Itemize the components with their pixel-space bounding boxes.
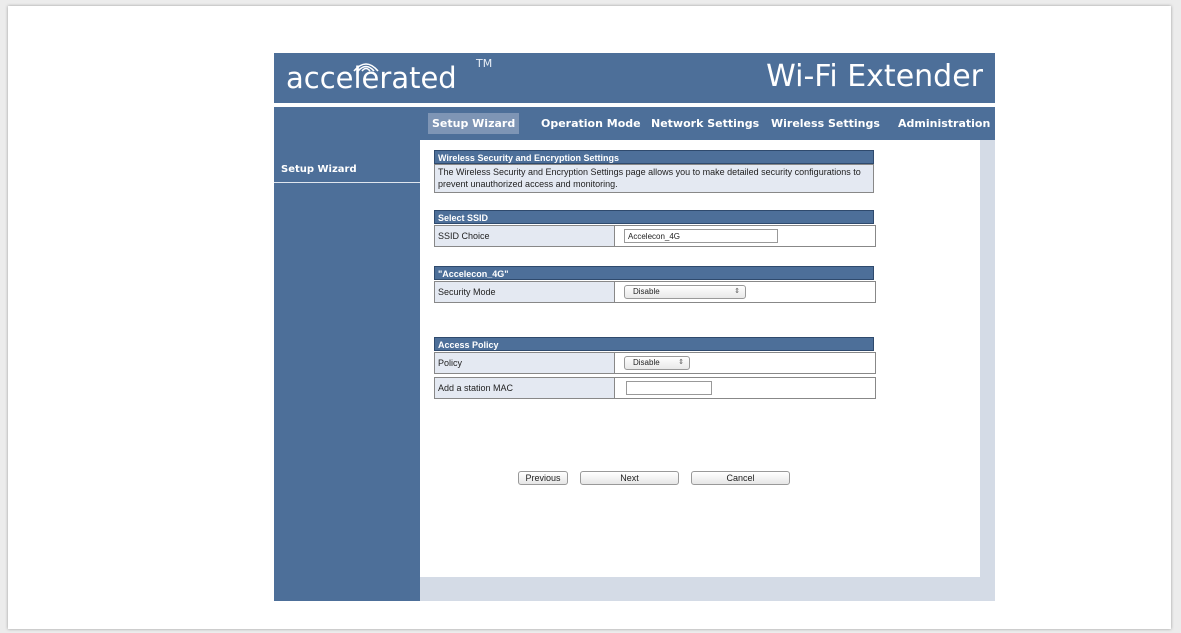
tab-administration[interactable]: Administration <box>898 113 990 134</box>
router-admin-page: accelerated TM Wi-Fi Extender Setup Wiza… <box>274 53 995 601</box>
policy-value: Disable <box>633 358 660 367</box>
sidebar-item-setup-wizard[interactable]: Setup Wizard <box>281 164 357 175</box>
sidebar-divider <box>274 182 420 183</box>
content-panel: Wireless Security and Encryption Setting… <box>420 140 980 577</box>
product-title: Wi-Fi Extender <box>766 59 983 94</box>
policy-select[interactable]: Disable ⇕ <box>624 356 690 370</box>
security-description: The Wireless Security and Encryption Set… <box>434 164 874 193</box>
ssid-section-title: Select SSID <box>434 210 874 224</box>
screenshot-frame: accelerated TM Wi-Fi Extender Setup Wiza… <box>8 6 1171 629</box>
station-mac-row: Add a station MAC <box>434 377 876 399</box>
tab-wireless-settings[interactable]: Wireless Settings <box>771 113 880 134</box>
content-area: Wireless Security and Encryption Setting… <box>420 140 995 601</box>
ssid-choice-label: SSID Choice <box>435 226 615 246</box>
ssid-row: SSID Choice Accelecon_4G <box>434 225 876 247</box>
sidebar: Setup Wizard <box>274 140 420 601</box>
next-button[interactable]: Next <box>580 471 679 485</box>
station-mac-field[interactable] <box>626 381 712 395</box>
security-mode-value: Disable <box>633 287 660 296</box>
brand-logo: accelerated TM <box>286 57 492 95</box>
ssid-choice-field[interactable]: Accelecon_4G <box>624 229 778 243</box>
updown-arrow-icon: ⇕ <box>678 359 684 366</box>
updown-arrow-icon: ⇕ <box>734 288 740 295</box>
security-section-title: Wireless Security and Encryption Setting… <box>434 150 874 164</box>
top-nav: Setup Wizard Operation Mode Network Sett… <box>274 107 995 140</box>
cancel-button[interactable]: Cancel <box>691 471 790 485</box>
security-mode-label: Security Mode <box>435 282 615 302</box>
policy-row: Policy Disable ⇕ <box>434 352 876 374</box>
mode-section-title: "Accelecon_4G" <box>434 266 874 280</box>
tab-operation-mode[interactable]: Operation Mode <box>541 113 641 134</box>
access-policy-section-title: Access Policy <box>434 337 874 351</box>
header-banner: accelerated TM Wi-Fi Extender <box>274 53 995 103</box>
trademark-mark: TM <box>476 57 493 70</box>
policy-label: Policy <box>435 353 615 373</box>
security-mode-select[interactable]: Disable ⇕ <box>624 285 746 299</box>
previous-button[interactable]: Previous <box>518 471 568 485</box>
wifi-arcs-icon <box>353 63 379 72</box>
tab-network-settings[interactable]: Network Settings <box>651 113 759 134</box>
station-mac-label: Add a station MAC <box>435 378 615 398</box>
tab-setup-wizard[interactable]: Setup Wizard <box>428 113 520 134</box>
security-mode-row: Security Mode Disable ⇕ <box>434 281 876 303</box>
